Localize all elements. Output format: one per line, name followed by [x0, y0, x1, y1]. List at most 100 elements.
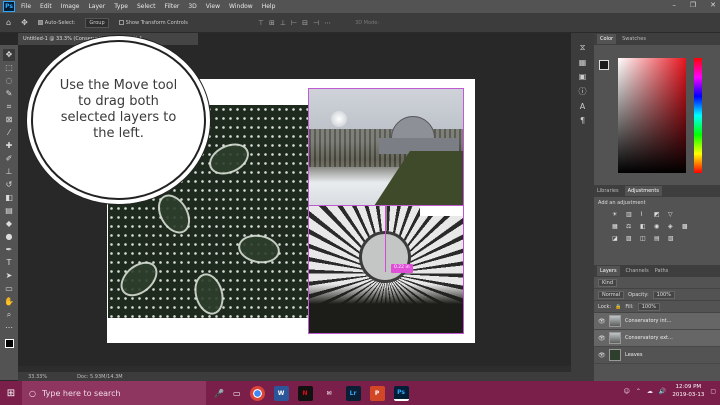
visibility-eye-icon[interactable]: 👁 — [598, 318, 606, 325]
align-middle-icon[interactable]: ⊞ — [269, 19, 275, 27]
paragraph-icon[interactable]: ¶ — [580, 116, 585, 125]
conservatory-interior-image[interactable] — [309, 206, 464, 334]
healing-brush-icon[interactable]: ✚ — [3, 140, 15, 152]
history-icon[interactable]: ⧖ — [580, 43, 586, 53]
blur-tool-icon[interactable]: ◆ — [3, 218, 15, 230]
frame-tool-icon[interactable]: ⊠ — [3, 114, 15, 126]
netflix-icon[interactable]: N — [297, 385, 313, 401]
windows-start-icon[interactable]: ⊞ — [0, 381, 22, 405]
close-icon[interactable]: ✕ — [710, 1, 716, 9]
black-white-icon[interactable]: ◧ — [640, 223, 649, 230]
lock-icon[interactable]: 🔒 — [615, 304, 621, 310]
menu-file[interactable]: File — [21, 3, 31, 10]
levels-icon[interactable]: ▥ — [626, 211, 635, 218]
visibility-eye-icon[interactable]: 👁 — [598, 335, 606, 342]
align-right-icon[interactable]: ⊣ — [313, 19, 319, 27]
tab-libraries[interactable]: Libraries — [597, 188, 619, 194]
foreground-color-chip[interactable] — [599, 60, 609, 70]
menu-view[interactable]: View — [206, 3, 220, 10]
layer-row[interactable]: 👁 Conservatory int... — [594, 313, 720, 330]
menu-type[interactable]: Type — [114, 3, 128, 10]
powerpoint-icon[interactable]: P — [369, 385, 385, 401]
color-field[interactable] — [618, 58, 686, 173]
conservatory-exterior-image[interactable] — [309, 89, 464, 206]
move-tool-icon[interactable]: ✥ — [3, 49, 15, 61]
photoshop-icon[interactable]: Ps — [393, 385, 409, 401]
properties-icon[interactable]: ▦ — [579, 58, 587, 67]
menu-select[interactable]: Select — [137, 3, 156, 10]
photo-filter-icon[interactable]: ◉ — [654, 223, 663, 230]
layer-row[interactable]: 👁 Leaves — [594, 347, 720, 364]
align-center-icon[interactable]: ⊟ — [302, 19, 308, 27]
fill-input[interactable]: 100% — [637, 302, 660, 311]
tab-swatches[interactable]: Swatches — [622, 36, 646, 42]
crop-tool-icon[interactable]: ⌗ — [3, 101, 15, 113]
info-icon[interactable]: ⓘ — [579, 86, 587, 97]
dodge-tool-icon[interactable]: ● — [3, 231, 15, 243]
character-icon[interactable]: A — [580, 102, 585, 111]
kind-filter-dropdown[interactable]: Kind — [598, 278, 618, 287]
blend-mode-dropdown[interactable]: Normal — [598, 290, 625, 299]
menu-image[interactable]: Image — [61, 3, 80, 10]
history-brush-icon[interactable]: ↺ — [3, 179, 15, 191]
hue-saturation-icon[interactable]: ▦ — [612, 223, 621, 230]
lasso-tool-icon[interactable]: ◌ — [3, 75, 15, 87]
brush-tool-icon[interactable]: ✐ — [3, 153, 15, 165]
eyedropper-tool-icon[interactable]: ⁄ — [3, 127, 15, 139]
people-icon[interactable]: ☺ — [624, 388, 630, 395]
menu-filter[interactable]: Filter — [165, 3, 180, 10]
auto-select-dropdown[interactable]: Group — [85, 17, 109, 28]
gradient-map-icon[interactable]: ▤ — [654, 235, 663, 242]
pen-tool-icon[interactable]: ✒ — [3, 244, 15, 256]
type-tool-icon[interactable]: T — [3, 257, 15, 269]
foreground-color-swatch[interactable] — [4, 339, 14, 348]
volume-icon[interactable]: 🔊 — [659, 388, 666, 395]
minimize-icon[interactable]: – — [672, 1, 676, 9]
align-top-icon[interactable]: ⊤ — [258, 19, 264, 27]
threshold-icon[interactable]: ◫ — [640, 235, 649, 242]
chrome-icon[interactable] — [249, 385, 265, 401]
quick-select-tool-icon[interactable]: ✎ — [3, 88, 15, 100]
menu-window[interactable]: Window — [229, 3, 253, 10]
align-bottom-icon[interactable]: ⊥ — [280, 19, 286, 27]
opacity-input[interactable]: 100% — [652, 290, 675, 299]
align-left-icon[interactable]: ⊢ — [291, 19, 297, 27]
tab-adjustments[interactable]: Adjustments — [624, 186, 662, 196]
menu-3d[interactable]: 3D — [188, 3, 196, 10]
swatches-icon[interactable]: ▣ — [579, 72, 587, 81]
gradient-tool-icon[interactable]: ▤ — [3, 205, 15, 217]
selective-color-icon[interactable]: ▧ — [668, 235, 677, 242]
color-balance-icon[interactable]: ⚖ — [626, 223, 635, 230]
more-icon[interactable]: ⋯ — [324, 19, 331, 27]
more-tools-icon[interactable]: ⋯ — [3, 322, 15, 334]
chevron-up-icon[interactable]: ⌃ — [636, 388, 641, 395]
eraser-tool-icon[interactable]: ◧ — [3, 192, 15, 204]
word-icon[interactable]: W — [273, 385, 289, 401]
brightness-icon[interactable]: ☀ — [612, 211, 621, 218]
visibility-eye-icon[interactable]: 👁 — [598, 352, 606, 359]
transform-controls-checkbox[interactable]: Show Transform Controls — [118, 19, 188, 26]
menu-help[interactable]: Help — [262, 3, 276, 10]
tab-layers[interactable]: Layers — [597, 266, 620, 276]
mail-icon[interactable]: ✉ — [322, 386, 337, 401]
tab-paths[interactable]: Paths — [655, 268, 669, 274]
lightroom-icon[interactable]: Lr — [345, 385, 361, 401]
clock[interactable]: 12:09 PM 2019-03-13 — [672, 383, 704, 399]
invert-icon[interactable]: ◪ — [612, 235, 621, 242]
marquee-tool-icon[interactable]: ⬚ — [3, 62, 15, 74]
microphone-icon[interactable]: 🎤 — [214, 389, 224, 398]
home-icon[interactable]: ⌂ — [6, 18, 11, 27]
channel-mixer-icon[interactable]: ◈ — [668, 223, 677, 230]
tab-channels[interactable]: Channels — [626, 268, 649, 274]
task-view-icon[interactable]: ▭ — [233, 389, 241, 398]
vibrance-icon[interactable]: ▽ — [668, 211, 677, 218]
auto-select-checkbox[interactable]: Auto-Select: — [37, 19, 75, 26]
color-lookup-icon[interactable]: ▩ — [682, 223, 691, 230]
zoom-level[interactable]: 33.33% — [28, 374, 47, 380]
curves-icon[interactable]: ⌇ — [640, 211, 649, 218]
menu-edit[interactable]: Edit — [40, 3, 52, 10]
network-icon[interactable]: ☁ — [647, 388, 653, 395]
taskbar-search[interactable]: ○ Type here to search — [22, 381, 206, 405]
rectangle-tool-icon[interactable]: ▭ — [3, 283, 15, 295]
menu-layer[interactable]: Layer — [88, 3, 105, 10]
